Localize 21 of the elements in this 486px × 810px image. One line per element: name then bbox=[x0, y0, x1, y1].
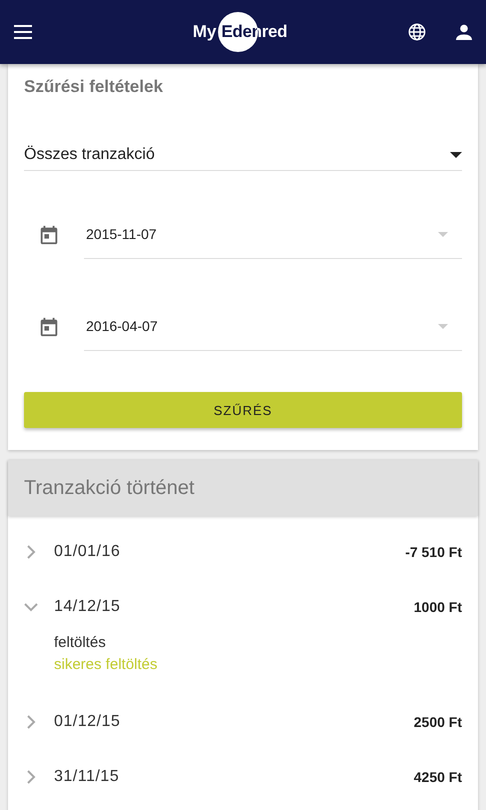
user-icon[interactable] bbox=[456, 24, 472, 40]
transaction-status: sikeres feltöltés bbox=[54, 655, 158, 675]
transaction-date: 01/12/15 bbox=[54, 713, 122, 731]
transaction-date: 31/11/15 bbox=[54, 768, 120, 786]
transaction-date: 14/12/15 bbox=[54, 598, 122, 616]
transaction-date: 01/01/16 bbox=[54, 543, 122, 561]
calendar-icon[interactable] bbox=[38, 316, 60, 338]
calendar-icon[interactable] bbox=[38, 224, 60, 246]
transaction-amount: 4250 Ft bbox=[414, 769, 462, 785]
globe-icon[interactable] bbox=[408, 23, 426, 41]
card-title: Szűrési feltételek bbox=[24, 76, 164, 98]
transaction-amount: -7 510 Ft bbox=[405, 544, 462, 560]
transaction-type-select[interactable]: Összes tranzakció bbox=[24, 146, 462, 171]
start-date-field[interactable]: 2015-11-07 bbox=[84, 226, 462, 259]
transaction-amount: 2500 Ft bbox=[414, 714, 462, 730]
menu-icon[interactable] bbox=[14, 25, 32, 39]
transaction-amount: 1000 Ft bbox=[414, 599, 462, 615]
filter-button[interactable]: SZŰRÉS bbox=[24, 392, 462, 428]
end-date-field[interactable]: 2016-04-07 bbox=[84, 318, 462, 351]
transaction-type: feltöltés bbox=[54, 633, 107, 653]
card-header: Tranzakció történet bbox=[8, 460, 478, 516]
